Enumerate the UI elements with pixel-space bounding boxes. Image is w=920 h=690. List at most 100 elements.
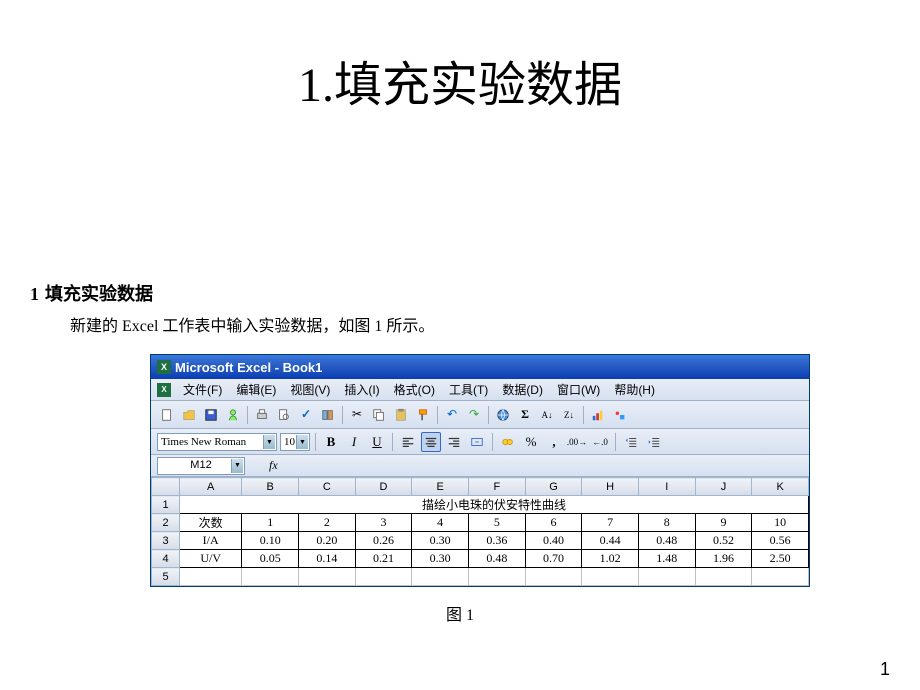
menu-file[interactable]: 文件(F) <box>177 379 228 400</box>
cell[interactable] <box>582 568 639 586</box>
save-icon[interactable] <box>201 405 221 425</box>
col-header[interactable]: G <box>525 478 582 496</box>
open-icon[interactable] <box>179 405 199 425</box>
cell[interactable] <box>695 568 752 586</box>
cut-icon[interactable]: ✂ <box>347 405 367 425</box>
cell[interactable] <box>242 568 299 586</box>
cell[interactable]: U/V <box>180 550 242 568</box>
cell[interactable] <box>355 568 412 586</box>
cell[interactable]: 0.10 <box>242 532 299 550</box>
menu-format[interactable]: 格式(O) <box>388 379 441 400</box>
cell[interactable]: 0.44 <box>582 532 639 550</box>
cell[interactable]: 1 <box>242 514 299 532</box>
cell[interactable]: 8 <box>638 514 695 532</box>
col-header[interactable]: F <box>468 478 525 496</box>
permission-icon[interactable] <box>223 405 243 425</box>
merged-title-cell[interactable]: 描绘小电珠的伏安特性曲线 <box>180 496 809 514</box>
cell[interactable]: 0.21 <box>355 550 412 568</box>
copy-icon[interactable] <box>369 405 389 425</box>
format-painter-icon[interactable] <box>413 405 433 425</box>
cell[interactable]: 0.52 <box>695 532 752 550</box>
col-header[interactable]: K <box>752 478 809 496</box>
cell[interactable]: 次数 <box>180 514 242 532</box>
research-icon[interactable] <box>318 405 338 425</box>
font-size-select[interactable]: 10 ▼ <box>280 433 310 451</box>
underline-button[interactable]: U <box>367 432 387 452</box>
align-left-button[interactable] <box>398 432 418 452</box>
title-bar[interactable]: X Microsoft Excel - Book1 <box>151 355 809 379</box>
menu-data[interactable]: 数据(D) <box>496 379 549 400</box>
row-header[interactable]: 3 <box>152 532 180 550</box>
row-header[interactable]: 5 <box>152 568 180 586</box>
row-header[interactable]: 4 <box>152 550 180 568</box>
col-header[interactable]: D <box>355 478 412 496</box>
cell[interactable]: 4 <box>412 514 469 532</box>
hyperlink-icon[interactable] <box>493 405 513 425</box>
row-header[interactable]: 2 <box>152 514 180 532</box>
fx-label[interactable]: fx <box>269 458 278 473</box>
cell[interactable]: 0.30 <box>412 550 469 568</box>
undo-icon[interactable]: ↶ <box>442 405 462 425</box>
cell[interactable] <box>468 568 525 586</box>
font-name-select[interactable]: Times New Roman ▼ <box>157 433 277 451</box>
decrease-indent-button[interactable] <box>621 432 641 452</box>
increase-indent-button[interactable] <box>644 432 664 452</box>
currency-button[interactable] <box>498 432 518 452</box>
cell[interactable]: 0.30 <box>412 532 469 550</box>
italic-button[interactable]: I <box>344 432 364 452</box>
cell[interactable]: 7 <box>582 514 639 532</box>
comma-button[interactable]: , <box>544 432 564 452</box>
cell[interactable] <box>638 568 695 586</box>
cell[interactable]: 0.05 <box>242 550 299 568</box>
cell[interactable]: 0.40 <box>525 532 582 550</box>
menu-tools[interactable]: 工具(T) <box>443 379 494 400</box>
cell[interactable]: 0.56 <box>752 532 809 550</box>
cell[interactable]: 10 <box>752 514 809 532</box>
menu-window[interactable]: 窗口(W) <box>551 379 606 400</box>
menu-view[interactable]: 视图(V) <box>284 379 336 400</box>
cell[interactable]: 0.36 <box>468 532 525 550</box>
autosum-icon[interactable]: Σ <box>515 405 535 425</box>
increase-decimal-button[interactable]: .00→ <box>567 432 587 452</box>
cell[interactable] <box>752 568 809 586</box>
name-box[interactable]: M12 ▼ <box>157 457 245 475</box>
sort-asc-icon[interactable]: A↓ <box>537 405 557 425</box>
cell[interactable] <box>299 568 356 586</box>
cell[interactable]: 3 <box>355 514 412 532</box>
col-header[interactable]: E <box>412 478 469 496</box>
cell[interactable]: 0.48 <box>468 550 525 568</box>
cell[interactable] <box>412 568 469 586</box>
redo-icon[interactable]: ↷ <box>464 405 484 425</box>
align-center-button[interactable] <box>421 432 441 452</box>
cell[interactable]: 0.20 <box>299 532 356 550</box>
cell[interactable]: 0.70 <box>525 550 582 568</box>
cell[interactable]: 2.50 <box>752 550 809 568</box>
spelling-icon[interactable]: ✓ <box>296 405 316 425</box>
cell[interactable]: 1.02 <box>582 550 639 568</box>
cell[interactable]: 0.14 <box>299 550 356 568</box>
decrease-decimal-button[interactable]: ←.0 <box>590 432 610 452</box>
col-header[interactable]: H <box>582 478 639 496</box>
cell[interactable]: I/A <box>180 532 242 550</box>
col-header[interactable]: A <box>180 478 242 496</box>
menu-help[interactable]: 帮助(H) <box>608 379 661 400</box>
col-header[interactable]: C <box>299 478 356 496</box>
chart-wizard-icon[interactable] <box>588 405 608 425</box>
worksheet-grid[interactable]: A B C D E F G H I J K 1 描绘小电珠的伏安特性曲线 <box>151 477 809 586</box>
cell[interactable]: 0.26 <box>355 532 412 550</box>
col-header[interactable]: J <box>695 478 752 496</box>
percent-button[interactable]: % <box>521 432 541 452</box>
cell[interactable]: 2 <box>299 514 356 532</box>
drawing-icon[interactable] <box>610 405 630 425</box>
align-right-button[interactable] <box>444 432 464 452</box>
paste-icon[interactable] <box>391 405 411 425</box>
merge-center-button[interactable] <box>467 432 487 452</box>
cell[interactable]: 1.48 <box>638 550 695 568</box>
cell[interactable] <box>180 568 242 586</box>
sort-desc-icon[interactable]: Z↓ <box>559 405 579 425</box>
cell[interactable]: 6 <box>525 514 582 532</box>
cell[interactable]: 9 <box>695 514 752 532</box>
col-header[interactable]: I <box>638 478 695 496</box>
select-all-corner[interactable] <box>152 478 180 496</box>
cell[interactable]: 1.96 <box>695 550 752 568</box>
